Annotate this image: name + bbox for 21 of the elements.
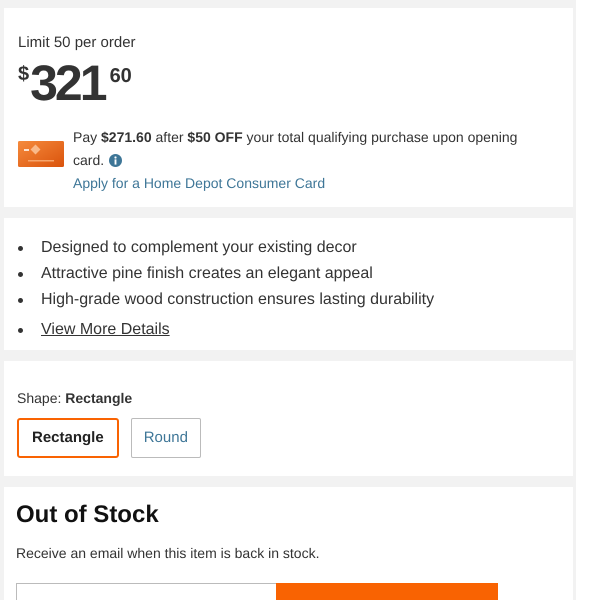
shape-option[interactable]: Rectangle: [17, 418, 119, 458]
bullet-icon: [18, 246, 23, 250]
bullet-icon: [18, 272, 23, 276]
offer-text: Pay $271.60 after $50 OFF your total qualifying purchase upon opening card.: [73, 128, 518, 170]
limit-text: Limit 50 per order: [18, 34, 136, 52]
apply-card-link[interactable]: Apply for a Home Depot Consumer Card: [73, 173, 326, 193]
stock-message: Receive an email when this item is back in stock.: [16, 544, 320, 562]
shape-option[interactable]: Round: [130, 418, 201, 458]
view-details-link[interactable]: View More Details: [41, 320, 170, 340]
currency-symbol: $: [18, 64, 30, 84]
feature-text: Designed to complement your existing decor: [41, 238, 357, 258]
feature-text: High-grade wood construction ensures lasting durability: [41, 290, 434, 310]
feature-text: Attractive pine finish creates an elegant appeal: [41, 264, 373, 284]
shape-label: Shape: Rectangle: [17, 389, 132, 407]
info-icon[interactable]: [109, 154, 122, 167]
credit-card-icon: [18, 141, 64, 167]
bullet-icon: [18, 328, 23, 332]
price-cents: 60: [110, 66, 132, 86]
bullet-icon: [18, 298, 23, 302]
price-dollars: 321: [30, 62, 105, 104]
stock-title: Out of Stock: [16, 500, 159, 530]
